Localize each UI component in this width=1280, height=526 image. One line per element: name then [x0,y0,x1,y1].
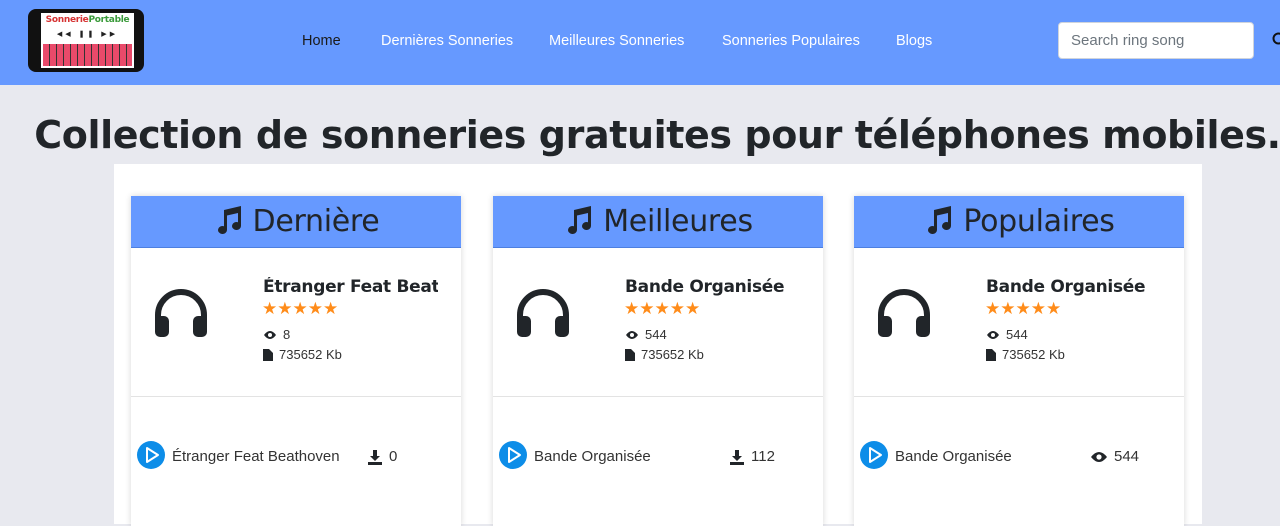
eye-icon [263,330,277,340]
file-size: 735652 Kb [279,347,342,362]
card-footer: Étranger Feat Beathoven 0 [131,397,461,517]
card-title: Meilleures [603,204,753,239]
nav-home[interactable]: Home [302,33,341,49]
site-logo[interactable]: SonneriePortable ◀◀ ❚❚ ▶▶ [28,9,144,72]
eye-icon [625,330,639,340]
logo-text: SonneriePortable [41,15,134,25]
download-icon[interactable] [367,449,383,465]
size-meta: 735652 Kb [625,347,704,362]
views-count: 544 [1006,327,1028,342]
card-title: Populaires [963,204,1114,239]
download-count: 112 [729,448,775,465]
card-body: Bande Organisée ★★★★★ 544 735652 Kb [493,248,823,397]
song-title[interactable]: Bande Organisée [625,277,800,297]
eye-icon [986,330,1000,340]
rating-stars: ★★★★★ [985,298,1061,320]
file-size: 735652 Kb [1002,347,1065,362]
card-header: Dernière [131,196,461,248]
music-note-icon [923,204,955,236]
card-body: Bande Organisée ★★★★★ 544 735652 Kb [854,248,1184,397]
music-note-icon [563,204,595,236]
file-size: 735652 Kb [641,347,704,362]
file-icon [263,349,273,361]
song-title[interactable]: Bande Organisée [986,277,1161,297]
logo-piano-keys [43,44,132,66]
card-body: Étranger Feat Beathoven ★★★★★ 8 735652 K… [131,248,461,397]
card-latest: Dernière Étranger Feat Beathoven ★★★★★ 8… [131,196,461,526]
size-meta: 735652 Kb [986,347,1065,362]
nav-latest-ringtones[interactable]: Dernières Sonneries [381,33,513,49]
headphones-icon [876,288,932,338]
headphones-icon [153,288,209,338]
download-count: 0 [367,448,397,465]
page-title: Collection de sonneries gratuites pour t… [0,113,1280,157]
footer-song-title[interactable]: Bande Organisée [895,448,1012,465]
search-input[interactable] [1058,22,1254,59]
card-header: Populaires [854,196,1184,248]
card-footer: Bande Organisée 112 [493,397,823,517]
footer-song-title[interactable]: Étranger Feat Beathoven [172,448,340,465]
logo-screen: SonneriePortable ◀◀ ❚❚ ▶▶ [41,13,134,68]
rating-stars: ★★★★★ [624,298,700,320]
views-meta: 544 [986,327,1028,342]
logo-controls: ◀◀ ❚❚ ▶▶ [41,30,134,38]
song-title[interactable]: Étranger Feat Beathoven [263,277,438,297]
card-best: Meilleures Bande Organisée ★★★★★ 544 735… [493,196,823,526]
nav-best-ringtones[interactable]: Meilleures Sonneries [549,33,684,49]
size-meta: 735652 Kb [263,347,342,362]
views-meta: 8 [263,327,290,342]
card-title: Dernière [253,204,380,239]
nav-popular-ringtones[interactable]: Sonneries Populaires [722,33,860,49]
search-icon[interactable] [1272,32,1280,48]
card-footer: Bande Organisée 544 [854,397,1184,517]
download-icon[interactable] [729,449,745,465]
card-header: Meilleures [493,196,823,248]
headphones-icon [515,288,571,338]
play-icon[interactable] [499,441,527,469]
file-icon [625,349,635,361]
views-count-footer: 544 [1090,448,1139,465]
play-icon[interactable] [860,441,888,469]
views-meta: 544 [625,327,667,342]
nav-blogs[interactable]: Blogs [896,33,932,49]
play-icon[interactable] [137,441,165,469]
eye-icon [1090,451,1108,463]
music-note-icon [213,204,245,236]
views-count: 8 [283,327,290,342]
footer-song-title[interactable]: Bande Organisée [534,448,651,465]
views-count: 544 [645,327,667,342]
card-popular: Populaires Bande Organisée ★★★★★ 544 735… [854,196,1184,526]
rating-stars: ★★★★★ [262,298,338,320]
top-navbar: SonneriePortable ◀◀ ❚❚ ▶▶ Home Dernières… [0,0,1280,85]
file-icon [986,349,996,361]
